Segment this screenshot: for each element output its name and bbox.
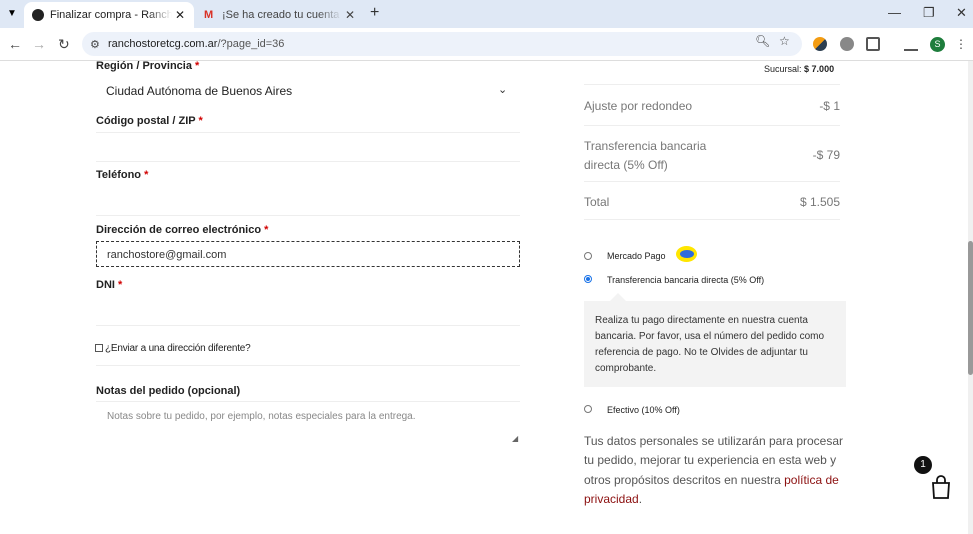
transfer-discount-label: Transferencia bancaria directa (5% Off) (584, 139, 707, 172)
transfer-description: Realiza tu pago directamente en nuestra … (584, 301, 846, 387)
browser-tab-strip: ▼ Finalizar compra - Rancho Store ✕ M ¡S… (0, 0, 973, 28)
tab-gmail[interactable]: M ¡Se ha creado tu cuenta en Rancho Stor… (196, 2, 364, 28)
profile-avatar[interactable]: S (930, 37, 945, 52)
tab-finalizar-compra[interactable]: Finalizar compra - Rancho Store ✕ (24, 2, 194, 28)
rounding-row: Ajuste por redondeo -$ 1 (584, 99, 840, 113)
bookmark-star-icon[interactable]: ☆ (779, 34, 790, 48)
dni-input[interactable] (96, 325, 520, 326)
rancho-favicon-icon (32, 9, 44, 21)
rounding-value: -$ 1 (819, 99, 840, 113)
privacy-notice: Tus datos personales se utilizarán para … (584, 434, 844, 506)
cash-radio[interactable] (584, 405, 592, 413)
rounding-label: Ajuste por redondeo (584, 99, 693, 113)
browser-toolbar: ← → ↻ ⚙ ranchostoretcg.com.ar/?page_id=3… (0, 28, 973, 61)
extensions-puzzle-icon[interactable] (866, 37, 880, 51)
gmail-icon: M (204, 9, 214, 21)
new-tab-plus-icon[interactable]: + (370, 4, 379, 22)
address-bar[interactable]: ⚙ ranchostoretcg.com.ar/?page_id=36 (82, 32, 802, 56)
menu-kebab-icon[interactable]: ⋮ (955, 37, 969, 51)
site-info-icon[interactable]: ⚙ (90, 38, 108, 51)
minimize-icon[interactable]: — (888, 5, 901, 20)
extension-icon[interactable] (813, 37, 827, 51)
postal-input[interactable] (96, 132, 520, 133)
cart-count-badge: 1 (914, 456, 932, 474)
ship-different-checkbox[interactable] (95, 344, 103, 352)
tab-title: ¡Se ha creado tu cuenta en Rancho Store! (222, 9, 342, 21)
email-field[interactable]: ranchostore@gmail.com (96, 241, 520, 267)
close-icon[interactable]: ✕ (342, 8, 358, 22)
url-text: ranchostoretcg.com.ar/?page_id=36 (108, 38, 285, 50)
dni-label: DNI * (96, 279, 123, 291)
cash-label[interactable]: Efectivo (10% Off) (607, 405, 680, 415)
phone-label: Teléfono * (96, 169, 149, 181)
transfer-label[interactable]: Transferencia bancaria directa (5% Off) (607, 275, 764, 285)
extension-icon[interactable] (840, 37, 854, 51)
notes-textarea[interactable]: Notas sobre tu pedido, por ejemplo, nota… (107, 411, 416, 422)
media-controls-icon[interactable] (904, 37, 918, 51)
back-arrow-icon[interactable]: ← (8, 36, 22, 52)
divider (584, 219, 840, 220)
chevron-down-icon: ⌄ (498, 84, 508, 96)
transfer-discount-row: Transferencia bancaria directa (5% Off) … (584, 137, 840, 175)
divider (584, 181, 840, 182)
resize-handle-icon[interactable]: ◢ (512, 434, 518, 443)
total-row: Total $ 1.505 (584, 195, 840, 209)
tab-search-icon[interactable]: ▼ (4, 6, 20, 22)
postal-input-border (96, 161, 520, 162)
total-value: $ 1.505 (799, 195, 840, 209)
divider (584, 125, 840, 126)
close-icon[interactable]: ✕ (172, 8, 188, 22)
shopping-bag-icon[interactable] (928, 474, 954, 500)
tab-title: Finalizar compra - Rancho Store (50, 9, 172, 21)
region-select-value: Ciudad Autónoma de Buenos Aires (106, 84, 293, 98)
sucursal-shipping: Sucursal: $ 7.000 (764, 64, 835, 74)
divider (96, 365, 520, 366)
mercadopago-logo-icon (676, 246, 697, 262)
region-label: Región / Provincia * (96, 61, 200, 72)
notes-border (96, 401, 520, 402)
forward-arrow-icon[interactable]: → (32, 36, 46, 52)
ship-different-label[interactable]: ¿Enviar a una dirección diferente? (105, 343, 251, 354)
postal-label: Código postal / ZIP * (96, 115, 203, 127)
restore-icon[interactable]: ❐ (923, 5, 935, 21)
description-pointer (610, 293, 626, 301)
checkout-page: Región / Provincia * Ciudad Autónoma de … (0, 61, 973, 534)
divider (584, 84, 840, 85)
reload-icon[interactable]: ↻ (58, 36, 70, 53)
zoom-icon[interactable]: 🔍︎ (755, 34, 770, 48)
total-label: Total (584, 195, 610, 209)
close-window-icon[interactable]: ✕ (956, 5, 967, 21)
mercadopago-label[interactable]: Mercado Pago (607, 251, 666, 261)
transfer-discount-value: -$ 79 (812, 148, 840, 162)
transfer-radio[interactable] (584, 275, 592, 283)
email-label: Dirección de correo electrónico * (96, 224, 269, 236)
scrollbar-thumb[interactable] (968, 241, 973, 375)
phone-input[interactable] (96, 215, 520, 216)
mercadopago-radio[interactable] (584, 252, 592, 260)
notes-label: Notas del pedido (opcional) (96, 385, 241, 397)
